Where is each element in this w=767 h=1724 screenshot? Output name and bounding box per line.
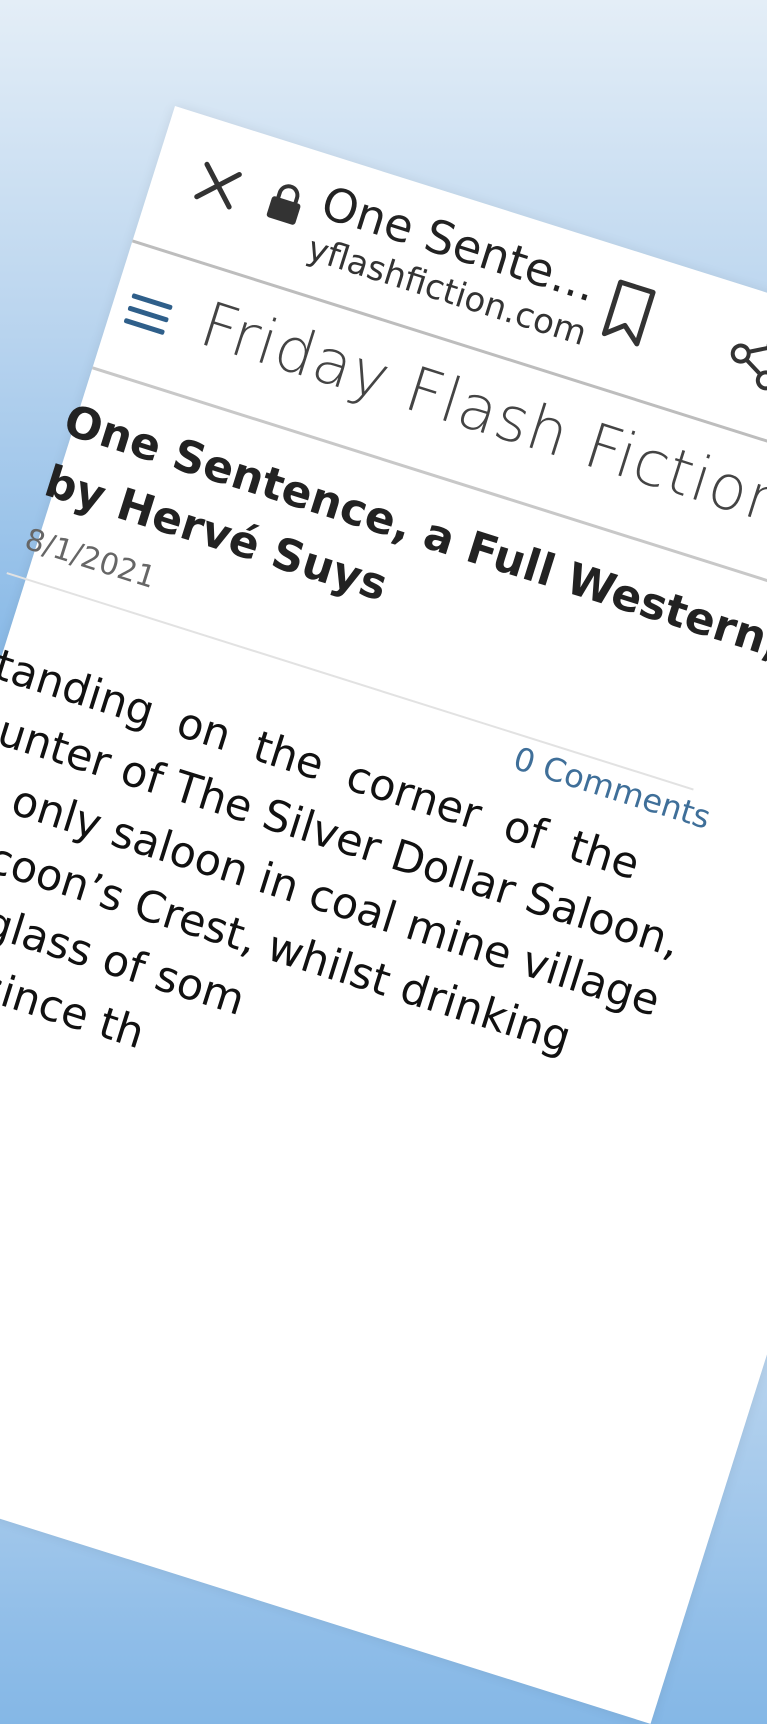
close-tab-button[interactable] (187, 154, 250, 217)
bookmark-button[interactable] (595, 276, 662, 352)
article-body: Standing on the corner of the counter of… (0, 626, 647, 1191)
close-icon (187, 154, 250, 217)
hamburger-menu-icon (120, 289, 176, 341)
lock-icon (263, 180, 307, 228)
menu-button[interactable] (120, 289, 176, 341)
share-button[interactable] (718, 321, 767, 396)
phone-screen: One Sente... yflashfiction.com (0, 106, 767, 1724)
bookmark-icon (595, 276, 662, 352)
share-icon (718, 321, 767, 396)
